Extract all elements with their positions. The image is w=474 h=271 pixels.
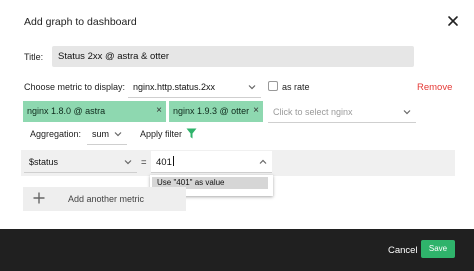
chevron-down-icon (248, 85, 256, 90)
chevron-down-icon (403, 110, 411, 115)
tag-chip-label: nginx 1.8.0 @ astra (27, 106, 106, 116)
title-label: Title: (24, 52, 44, 62)
filter-field-value: $status (29, 157, 59, 167)
tag-select-placeholder: Click to select nginx (273, 107, 353, 117)
title-input[interactable]: Status 2xx @ astra & otter (52, 46, 414, 67)
dialog-footer: Cancel Save (0, 229, 474, 271)
add-metric-button[interactable]: Add another metric (23, 187, 186, 211)
metric-select[interactable]: nginx.http.status.2xx (128, 76, 261, 98)
tag-chip: nginx 1.8.0 @ astra × (23, 101, 166, 122)
filter-value-text: 401 (156, 157, 172, 168)
aggregation-select[interactable]: sum (87, 123, 127, 145)
chevron-down-icon (124, 160, 132, 165)
text-caret (172, 156, 174, 166)
dialog-title: Add graph to dashboard (24, 16, 137, 28)
plus-icon (33, 192, 45, 204)
filter-value-input[interactable]: 401 (151, 151, 272, 173)
filter-operator: = (141, 157, 147, 168)
metric-select-value: nginx.http.status.2xx (133, 82, 216, 92)
tag-chip: nginx 1.9.3 @ otter × (169, 101, 263, 122)
cancel-button[interactable]: Cancel (388, 245, 418, 256)
save-button[interactable]: Save (421, 240, 455, 258)
tag-remove-icon[interactable]: × (253, 105, 259, 116)
aggregation-value: sum (92, 129, 110, 139)
filter-field-select[interactable]: $status (24, 151, 137, 173)
as-rate-checkbox[interactable] (268, 81, 278, 91)
apply-filter-button[interactable]: Apply filter (140, 129, 182, 139)
tag-select[interactable]: Click to select nginx (268, 101, 416, 123)
dialog-header: Add graph to dashboard (0, 0, 474, 44)
add-metric-label: Add another metric (68, 194, 145, 204)
chevron-up-icon[interactable] (258, 157, 268, 167)
chevron-down-icon (114, 132, 122, 137)
close-icon[interactable] (446, 14, 460, 28)
tag-chip-label: nginx 1.9.3 @ otter (173, 106, 250, 116)
aggregation-label: Aggregation: (30, 129, 82, 139)
tag-remove-icon[interactable]: × (156, 105, 162, 116)
metric-label: Choose metric to display: (24, 82, 126, 92)
remove-button[interactable]: Remove (417, 82, 452, 93)
filter-icon[interactable] (186, 128, 197, 139)
as-rate-label: as rate (282, 82, 310, 92)
